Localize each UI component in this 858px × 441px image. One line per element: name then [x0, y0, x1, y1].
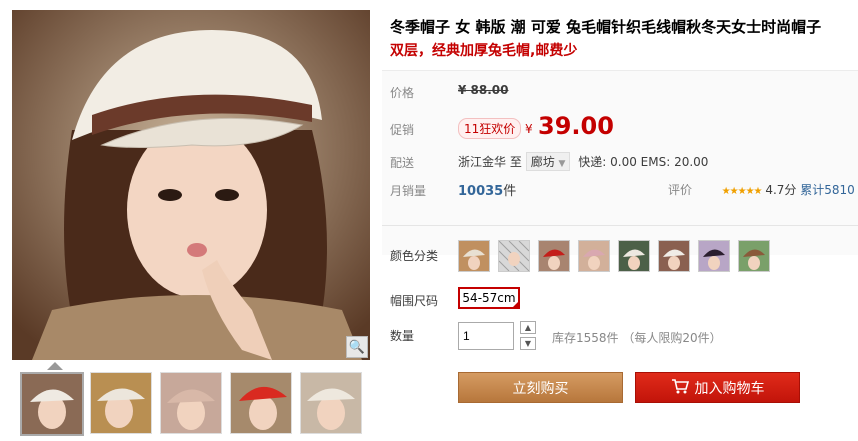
size-option-selected[interactable]: 54-57cm [458, 287, 520, 309]
quantity-input[interactable] [458, 322, 514, 350]
ship-to-word: 至 [509, 155, 522, 169]
shipping-info: 浙江金华 至 廊坊 ▼ 快递: 0.00 EMS: 20.00 [458, 152, 708, 171]
color-swatch-7[interactable] [698, 240, 730, 272]
color-swatch-1[interactable] [458, 240, 490, 272]
divider [382, 225, 858, 226]
currency-symbol: ¥ [525, 122, 533, 136]
chevron-down-icon: ▼ [558, 159, 566, 169]
thumbnail-5[interactable] [300, 372, 362, 434]
size-value: 54-57cm [462, 291, 516, 305]
original-price: ¥ 88.00 [458, 83, 509, 97]
decrease-quantity-button[interactable]: ▼ [520, 337, 536, 350]
promo-label: 促销 [390, 123, 415, 137]
rating-score: 4.7分 [765, 183, 797, 197]
add-to-cart-button[interactable]: 加入购物车 [635, 372, 800, 403]
monthly-sales: 10035件 [458, 184, 517, 199]
star-rating-icon: ★★★★★ [721, 186, 763, 197]
quantity-label: 数量 [390, 329, 415, 343]
rating-label: 评价 [668, 183, 693, 197]
color-swatch-8[interactable] [738, 240, 770, 272]
price-label: 价格 [390, 86, 415, 100]
color-swatch-6[interactable] [658, 240, 690, 272]
product-title: 冬季帽子 女 韩版 潮 可爱 兔毛帽针织毛线帽秋冬天女士时尚帽子 [390, 18, 822, 36]
thumbnail-3[interactable] [160, 372, 222, 434]
zoom-icon[interactable]: 🔍 [346, 336, 368, 358]
product-photo-illustration [12, 10, 370, 360]
sales-label: 月销量 [390, 184, 427, 198]
cumulative-reviews-link[interactable]: 累计5810 [800, 183, 855, 197]
selected-check-icon [511, 300, 520, 309]
color-swatch-3[interactable] [538, 240, 570, 272]
color-swatch-5[interactable] [618, 240, 650, 272]
ship-city-select[interactable]: 廊坊 ▼ [525, 152, 571, 171]
ship-from: 浙江金华 [458, 155, 507, 169]
thumbnail-strip [12, 370, 370, 436]
shipping-fees: 快递: 0.00 EMS: 20.00 [578, 155, 709, 169]
thumbnail-2[interactable] [90, 372, 152, 434]
rating-block: 评价 ★★★★★ 4.7分 累计5810 [668, 181, 855, 198]
add-to-cart-label: 加入购物车 [694, 380, 765, 397]
chevron-down-icon: ▼ [524, 339, 532, 348]
buy-now-label: 立刻购买 [512, 380, 569, 397]
thumbnail-4[interactable] [230, 372, 292, 434]
buy-now-button[interactable]: 立刻购买 [458, 372, 623, 403]
color-swatch-2[interactable] [498, 240, 530, 272]
stock-info: 库存1558件 （每人限购20件） [552, 331, 722, 345]
main-product-image[interactable]: 🔍 [12, 10, 370, 360]
shipping-label: 配送 [390, 156, 415, 170]
current-price: 39.00 [538, 112, 614, 140]
cart-icon [671, 378, 689, 398]
color-label: 颜色分类 [390, 249, 439, 263]
chevron-up-icon: ▲ [524, 323, 532, 332]
thumbnail-1[interactable] [20, 372, 84, 436]
increase-quantity-button[interactable]: ▲ [520, 321, 536, 334]
color-swatch-4[interactable] [578, 240, 610, 272]
promo-tag: 11狂欢价 [458, 118, 522, 139]
thumbnail-pointer [47, 362, 63, 370]
product-subtitle: 双层，经典加厚兔毛帽,邮费少 [390, 43, 578, 59]
size-label: 帽围尺码 [390, 294, 439, 308]
